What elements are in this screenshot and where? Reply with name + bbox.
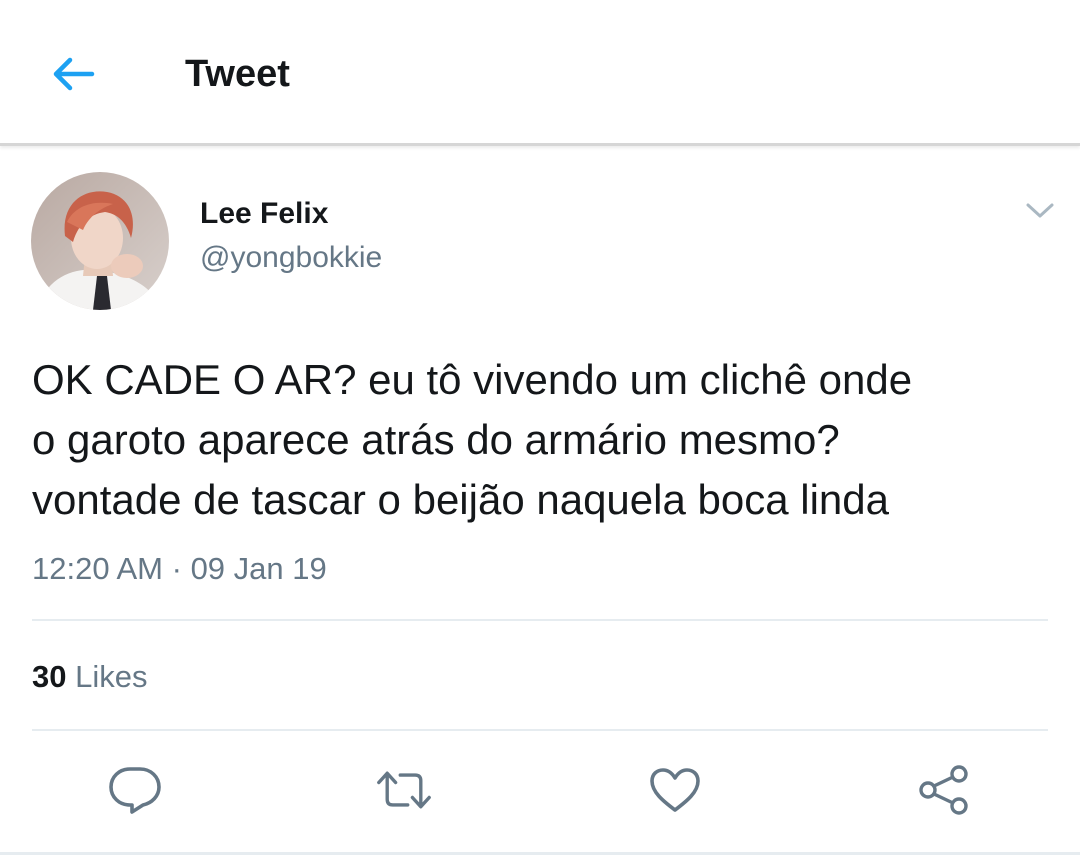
page-title: Tweet [185, 53, 290, 95]
author-name[interactable]: Lee Felix [200, 196, 328, 232]
reply-button[interactable] [107, 762, 163, 818]
back-arrow-icon [53, 57, 95, 91]
tweet-text-line: OK CADE O AR? eu tô vivendo um clichê on… [32, 356, 913, 403]
tweet-menu-button[interactable] [1016, 190, 1064, 232]
top-app-bar: Tweet [0, 0, 1080, 146]
author-handle[interactable]: @yongbokkie [200, 240, 382, 276]
like-button[interactable] [647, 762, 703, 818]
tweet-detail-screen: Tweet Lee Felix @yongbokkie OK CADE O AR… [0, 0, 1080, 855]
heart-icon [650, 768, 700, 812]
tweet-text-line: vontade de tascar o beijão naquela boca … [32, 476, 889, 523]
tweet-text: OK CADE O AR? eu tô vivendo um clichê on… [32, 350, 1052, 530]
chevron-down-icon [1026, 203, 1054, 218]
reply-icon [109, 767, 161, 814]
tweet-timestamp: 12:20 AM · 09 Jan 19 [32, 550, 327, 588]
likes-label: Likes [75, 659, 148, 694]
share-button[interactable] [916, 762, 972, 818]
tweet-date: 09 Jan 19 [190, 551, 327, 586]
divider [32, 619, 1048, 621]
tweet-text-line: o garoto aparece atrás do armário mesmo? [32, 416, 840, 463]
retweet-button[interactable] [376, 762, 432, 818]
likes-count: 30 [32, 659, 67, 694]
tweet-time: 12:20 AM [32, 551, 163, 586]
likes-summary[interactable]: 30 Likes [32, 658, 147, 696]
meta-separator: · [171, 551, 182, 586]
avatar[interactable] [31, 172, 169, 310]
retweet-icon [377, 771, 431, 809]
share-icon [919, 765, 968, 815]
profile-photo [31, 172, 169, 310]
back-button[interactable] [40, 42, 104, 106]
divider [32, 729, 1048, 731]
